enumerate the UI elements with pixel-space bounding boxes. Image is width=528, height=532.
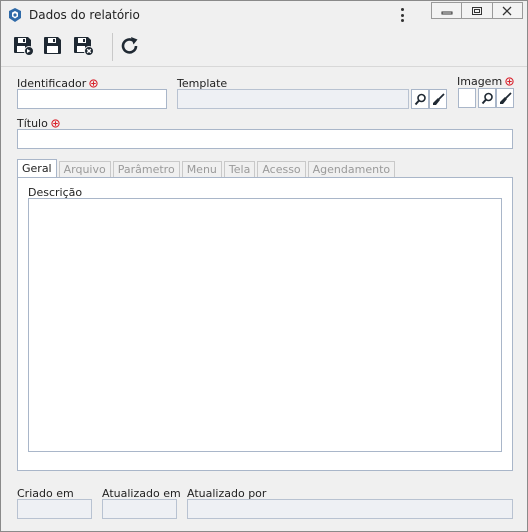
tab-acesso[interactable]: Acesso: [257, 161, 306, 178]
maximize-icon: [471, 6, 482, 15]
minimize-button[interactable]: [432, 3, 463, 18]
save-button[interactable]: [41, 34, 65, 58]
required-icon: [505, 77, 514, 86]
template-clear-button[interactable]: [429, 89, 447, 109]
more-options-icon[interactable]: [395, 6, 409, 24]
tab-strip: Geral Arquivo Parâmetro Menu Tela Acesso…: [17, 159, 397, 178]
form-content: Identificador Template Imagem Título Ger…: [1, 67, 527, 531]
required-icon: [51, 119, 60, 128]
tab-parametro[interactable]: Parâmetro: [112, 161, 180, 178]
app-logo-icon: [9, 8, 21, 22]
imagem-preview[interactable]: [458, 88, 476, 108]
toolbar: [1, 29, 527, 67]
eraser-brush-icon: [432, 92, 445, 105]
tab-tela[interactable]: Tela: [223, 161, 256, 178]
search-icon: [481, 92, 493, 104]
tab-arquivo[interactable]: Arquivo: [58, 161, 111, 178]
window-title: Dados do relatório: [29, 8, 140, 22]
tab-agendamento[interactable]: Agendamento: [307, 161, 396, 178]
atualizado-por-field: [187, 499, 513, 519]
imagem-clear-button[interactable]: [496, 88, 514, 108]
search-icon: [414, 93, 426, 105]
descricao-textarea[interactable]: [28, 198, 502, 452]
template-input[interactable]: [177, 89, 409, 109]
toolbar-separator: [112, 33, 113, 61]
geral-tab-panel: Descrição: [17, 177, 513, 471]
atualizado-em-field: [102, 499, 177, 519]
required-icon: [89, 79, 98, 88]
imagem-label: Imagem: [457, 75, 514, 88]
save-and-new-button[interactable]: [11, 34, 35, 58]
minimize-icon: [441, 11, 453, 14]
maximize-button[interactable]: [462, 3, 493, 18]
refresh-button[interactable]: [118, 34, 142, 58]
close-icon: [502, 6, 512, 15]
refresh-icon: [121, 37, 138, 54]
tab-geral[interactable]: Geral: [17, 159, 57, 178]
floppy-with-x-icon: [74, 37, 94, 56]
report-data-window: Dados do relatório Identificador Templat…: [0, 0, 528, 532]
floppy-with-arrow-icon: [14, 37, 34, 56]
titulo-input[interactable]: [17, 129, 513, 149]
save-and-close-button[interactable]: [71, 34, 95, 58]
eraser-brush-icon: [499, 91, 512, 104]
identificador-input[interactable]: [17, 89, 167, 109]
floppy-icon: [44, 37, 61, 54]
title-bar: Dados do relatório: [1, 1, 527, 29]
tab-menu[interactable]: Menu: [181, 161, 222, 178]
template-search-button[interactable]: [411, 89, 429, 109]
close-button[interactable]: [493, 3, 522, 18]
window-controls: [431, 2, 523, 19]
imagem-search-button[interactable]: [478, 88, 496, 108]
criado-em-field: [17, 499, 92, 519]
